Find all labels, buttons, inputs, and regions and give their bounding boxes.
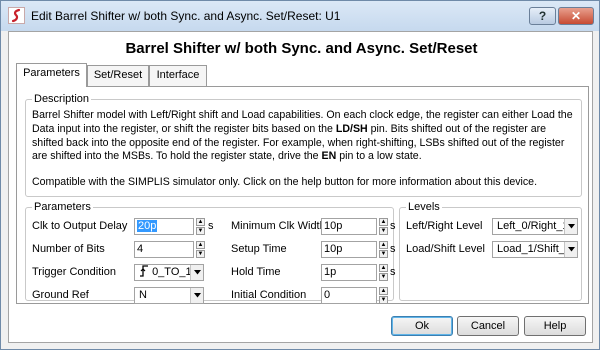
- parameters-group: Parameters Clk to Output Delay 20p ▲ ▼ s …: [25, 201, 396, 304]
- clk-delay-unit: s: [208, 220, 214, 232]
- dialog-content: Barrel Shifter w/ both Sync. and Async. …: [8, 31, 593, 343]
- close-button[interactable]: ✕: [558, 7, 594, 25]
- description-group: Description Barrel Shifter model with Le…: [25, 93, 582, 197]
- hold-time-spinner[interactable]: ▲ ▼: [379, 264, 388, 281]
- min-clk-width-unit: s: [390, 220, 396, 232]
- min-clk-width-input[interactable]: 10p: [321, 218, 377, 235]
- spin-up-icon: ▲: [379, 287, 388, 295]
- parameters-legend: Parameters: [34, 201, 91, 213]
- hold-time-unit: s: [390, 266, 396, 278]
- spin-down-icon: ▼: [379, 250, 388, 258]
- cancel-button[interactable]: Cancel: [457, 316, 519, 336]
- initial-condition-input[interactable]: 0: [321, 287, 377, 304]
- setup-time-unit: s: [390, 243, 396, 255]
- spin-down-icon: ▼: [379, 227, 388, 235]
- trigger-value: 0_TO_1: [152, 266, 192, 278]
- spin-up-icon: ▲: [196, 241, 205, 249]
- levels-group: Levels Left/Right Level Left_0/Right_1 L…: [399, 201, 582, 301]
- spin-down-icon: ▼: [379, 273, 388, 281]
- ld-sh-pin: LD/SH: [335, 122, 368, 135]
- num-bits-input[interactable]: 4: [134, 241, 194, 258]
- spin-up-icon: ▲: [379, 264, 388, 272]
- desc-part-3: pin to a low state.: [336, 150, 422, 163]
- chevron-down-icon: [564, 242, 577, 257]
- initial-condition-spinner[interactable]: ▲ ▼: [379, 287, 388, 304]
- left-right-level-select[interactable]: Left_0/Right_1: [492, 218, 578, 235]
- hold-time-input[interactable]: 1p: [321, 264, 377, 281]
- title-help-button[interactable]: ?: [529, 7, 556, 25]
- hold-time-label: Hold Time: [231, 266, 281, 278]
- ok-button[interactable]: Ok: [391, 316, 453, 336]
- description-legend: Description: [34, 93, 90, 105]
- trigger-label: Trigger Condition: [32, 266, 116, 278]
- chevron-down-icon: [190, 288, 203, 303]
- setup-time-input[interactable]: 10p: [321, 241, 377, 258]
- spin-down-icon: ▼: [196, 227, 205, 235]
- setup-time-label: Setup Time: [231, 243, 287, 255]
- clk-delay-spinner[interactable]: ▲ ▼: [196, 218, 205, 235]
- left-right-level-label: Left/Right Level: [406, 220, 483, 232]
- spin-down-icon: ▼: [196, 250, 205, 258]
- ground-ref-value: N: [139, 289, 147, 301]
- help-button[interactable]: Help: [524, 316, 586, 336]
- load-shift-level-value: Load_1/Shift_0: [497, 243, 572, 255]
- title-bar[interactable]: Edit Barrel Shifter w/ both Sync. and As…: [1, 1, 599, 31]
- dialog-heading: Barrel Shifter w/ both Sync. and Async. …: [125, 40, 478, 57]
- dialog-window: Edit Barrel Shifter w/ both Sync. and As…: [0, 0, 600, 350]
- min-clk-width-label: Minimum Clk Width: [231, 220, 326, 232]
- tab-interface[interactable]: Interface: [149, 65, 207, 86]
- left-right-level-value: Left_0/Right_1: [497, 220, 569, 232]
- load-shift-level-select[interactable]: Load_1/Shift_0: [492, 241, 578, 258]
- ground-ref-select[interactable]: N: [134, 287, 204, 304]
- spin-down-icon: ▼: [379, 296, 388, 304]
- setup-time-spinner[interactable]: ▲ ▼: [379, 241, 388, 258]
- ground-ref-label: Ground Ref: [32, 289, 89, 301]
- window-title: Edit Barrel Shifter w/ both Sync. and As…: [31, 9, 341, 23]
- clk-delay-label: Clk to Output Delay: [32, 220, 128, 232]
- simplis-app-icon: [8, 7, 25, 24]
- min-clk-width-spinner[interactable]: ▲ ▼: [379, 218, 388, 235]
- tab-set-reset[interactable]: Set/Reset: [87, 65, 149, 86]
- spin-up-icon: ▲: [379, 241, 388, 249]
- trigger-select[interactable]: 0_TO_1: [134, 264, 204, 281]
- description-text: Barrel Shifter model with Left/Right shi…: [32, 109, 578, 202]
- parameters-tab-panel: Description Barrel Shifter model with Le…: [16, 86, 589, 304]
- initial-condition-label: Initial Condition: [231, 289, 307, 301]
- chevron-down-icon: [564, 219, 577, 234]
- spin-up-icon: ▲: [196, 218, 205, 226]
- rising-edge-icon: [140, 265, 148, 277]
- num-bits-spinner[interactable]: ▲ ▼: [196, 241, 205, 258]
- tab-parameters[interactable]: Parameters: [16, 63, 87, 87]
- num-bits-label: Number of Bits: [32, 243, 105, 255]
- clk-delay-input[interactable]: 20p: [134, 218, 194, 235]
- load-shift-level-label: Load/Shift Level: [406, 243, 485, 255]
- en-pin: EN: [321, 150, 337, 163]
- desc-compat: Compatible with the SIMPLIS simulator on…: [32, 176, 538, 189]
- levels-legend: Levels: [408, 201, 440, 213]
- chevron-down-icon: [190, 265, 203, 280]
- spin-up-icon: ▲: [379, 218, 388, 226]
